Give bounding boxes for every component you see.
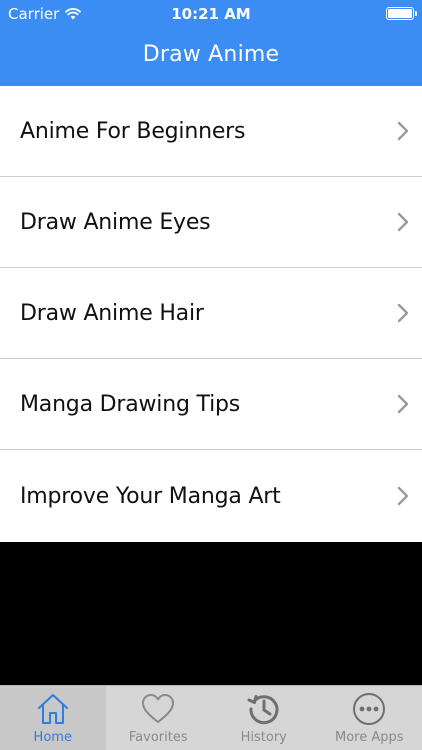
status-time: 10:21 AM bbox=[171, 5, 251, 23]
chevron-right-icon bbox=[397, 486, 409, 506]
list-item-draw-anime-hair[interactable]: Draw Anime Hair bbox=[0, 268, 422, 359]
list-item-manga-drawing-tips[interactable]: Manga Drawing Tips bbox=[0, 359, 422, 450]
history-icon bbox=[247, 695, 279, 725]
tab-history[interactable]: History bbox=[211, 686, 317, 750]
list-item-label: Manga Drawing Tips bbox=[20, 391, 241, 417]
list-item-improve-your-manga-art[interactable]: Improve Your Manga Art bbox=[0, 450, 422, 542]
tab-label: History bbox=[240, 730, 287, 745]
list-item-draw-anime-eyes[interactable]: Draw Anime Eyes bbox=[0, 177, 422, 268]
tab-home[interactable]: Home bbox=[0, 686, 106, 750]
chevron-right-icon bbox=[397, 212, 409, 232]
chevron-right-icon bbox=[397, 394, 409, 414]
page-title: Draw Anime bbox=[142, 42, 280, 67]
home-icon bbox=[37, 694, 68, 724]
list-item-label: Anime For Beginners bbox=[20, 118, 246, 144]
heart-icon bbox=[142, 694, 175, 723]
status-bar: Carrier 10:21 AM bbox=[0, 0, 422, 28]
list-item-anime-for-beginners[interactable]: Anime For Beginners bbox=[0, 86, 422, 177]
battery-icon bbox=[386, 7, 417, 20]
header: Carrier 10:21 AM Draw Anime bbox=[0, 0, 422, 86]
app-screen: Carrier 10:21 AM Draw Anime Anime For Be… bbox=[0, 0, 422, 750]
menu-list: Anime For Beginners Draw Anime Eyes Draw… bbox=[0, 86, 422, 542]
tab-label: Favorites bbox=[128, 730, 188, 745]
tab-more-apps[interactable]: More Apps bbox=[317, 686, 422, 750]
list-item-label: Draw Anime Hair bbox=[20, 300, 204, 326]
more-icon bbox=[353, 693, 386, 725]
tab-label: Home bbox=[33, 730, 72, 745]
tab-favorites[interactable]: Favorites bbox=[106, 686, 212, 750]
list-item-label: Draw Anime Eyes bbox=[20, 209, 211, 235]
list-item-label: Improve Your Manga Art bbox=[20, 483, 281, 509]
tab-label: More Apps bbox=[334, 730, 404, 745]
chevron-right-icon bbox=[397, 121, 409, 141]
tab-bar: Home Favorites History More Apps bbox=[0, 685, 422, 750]
chevron-right-icon bbox=[397, 303, 409, 323]
